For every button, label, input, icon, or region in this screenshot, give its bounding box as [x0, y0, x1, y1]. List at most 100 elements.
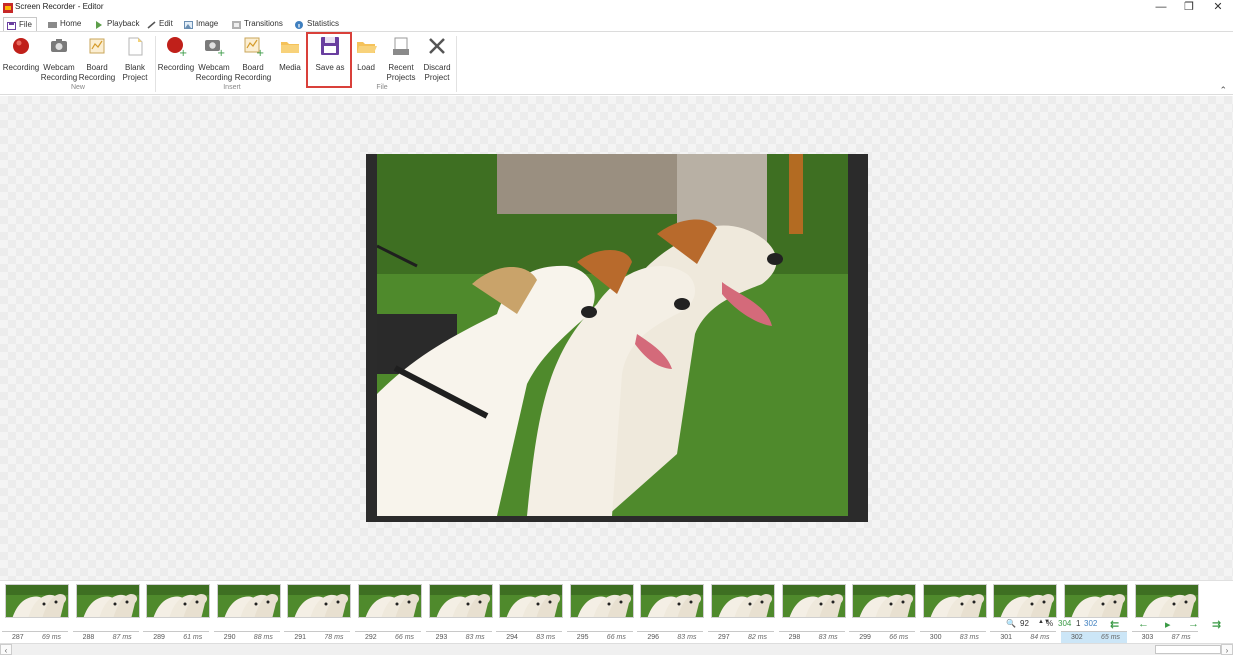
frame-thumbnail[interactable]: [216, 584, 281, 618]
save-as-button[interactable]: Save as: [310, 35, 350, 73]
frame-info[interactable]: 289 61 ms: [143, 631, 210, 643]
frame-number: 301: [1000, 634, 1013, 641]
frame-thumbnail[interactable]: [5, 584, 69, 618]
tab-playback-label: Playback: [107, 19, 140, 28]
insert-media-button[interactable]: Media: [272, 35, 308, 73]
board-add-icon: +: [242, 35, 264, 59]
tab-statistics[interactable]: Statistics: [292, 17, 343, 32]
save-icon: [7, 21, 16, 30]
maximize-button[interactable]: ❐: [1174, 0, 1204, 16]
frame-info[interactable]: 295 66 ms: [566, 631, 633, 643]
frame-info[interactable]: 288 87 ms: [72, 631, 139, 643]
frame-info[interactable]: 303 87 ms: [1131, 631, 1198, 643]
frame-info[interactable]: 302 65 ms: [1061, 631, 1127, 643]
close-button[interactable]: ✕: [1203, 0, 1233, 16]
scroll-right-button[interactable]: ›: [1221, 644, 1233, 655]
tab-home[interactable]: Home: [45, 17, 85, 32]
frame-thumbnail[interactable]: [428, 584, 493, 618]
load-button[interactable]: Load: [351, 35, 381, 73]
next-frame-button[interactable]: →: [1188, 618, 1199, 630]
tab-transitions[interactable]: Transitions: [229, 17, 287, 32]
frame-number: 287: [12, 634, 24, 641]
timeline-scrollbar[interactable]: ‹ ›: [0, 643, 1233, 655]
frame-thumbnail[interactable]: [711, 584, 775, 618]
play-button[interactable]: ▸: [1165, 618, 1171, 631]
frame-delay: 66 ms: [606, 634, 626, 641]
blank-project-button[interactable]: Blank Project: [116, 35, 154, 83]
frame-thumbnail[interactable]: [852, 584, 917, 618]
insert-webcam-recording-label: Webcam Recording: [195, 63, 233, 82]
frame-info[interactable]: 294 83 ms: [496, 631, 563, 643]
insert-board-recording-label: Board Recording: [234, 63, 272, 82]
recent-projects-button[interactable]: Recent Projects: [382, 35, 420, 83]
zoom-unit: %: [1046, 619, 1054, 628]
scrollbar-thumb[interactable]: [1155, 645, 1221, 654]
frame-thumbnail[interactable]: [640, 584, 705, 618]
frame-info[interactable]: 287 69 ms: [2, 631, 68, 643]
frame-number: 292: [365, 634, 377, 641]
frame-number: 295: [576, 634, 589, 641]
last-frame-button[interactable]: ⇉: [1212, 618, 1221, 631]
frame-info[interactable]: 290 88 ms: [213, 631, 280, 643]
dogs-photo: [377, 154, 848, 516]
svg-text:+: +: [179, 48, 187, 57]
new-recording-button[interactable]: Recording: [2, 35, 40, 73]
frame-thumbnail[interactable]: [993, 584, 1058, 618]
zoom-value[interactable]: 92: [1020, 619, 1029, 628]
frame-thumbnail[interactable]: [499, 584, 564, 618]
tab-file[interactable]: File: [3, 17, 37, 32]
frame-thumbnail[interactable]: [569, 584, 634, 618]
collapse-ribbon-button[interactable]: ⌃: [1219, 85, 1227, 96]
frame-number: 293: [435, 634, 448, 641]
scroll-left-button[interactable]: ‹: [0, 644, 12, 655]
tab-playback[interactable]: Playback: [92, 17, 143, 32]
record-icon: [10, 35, 32, 57]
frame-thumbnail[interactable]: [1064, 584, 1128, 618]
frame-thumbnail[interactable]: [146, 584, 211, 618]
frame-info[interactable]: 297 82 ms: [708, 631, 774, 643]
frame-info[interactable]: 300 83 ms: [919, 631, 986, 643]
frame-info[interactable]: 292 66 ms: [355, 631, 421, 643]
tab-statistics-label: Statistics: [307, 19, 340, 28]
pencil-icon: [147, 20, 156, 29]
new-recording-label: Recording: [2, 63, 40, 72]
recent-icon: [390, 35, 412, 57]
play-icon: [95, 20, 104, 29]
first-frame-button[interactable]: ⇇: [1110, 618, 1119, 631]
insert-webcam-recording-button[interactable]: + Webcam Recording: [195, 35, 233, 83]
insert-board-recording-button[interactable]: + Board Recording: [234, 35, 272, 83]
frame-info[interactable]: 293 83 ms: [425, 631, 492, 643]
frame-info[interactable]: 299 66 ms: [849, 631, 916, 643]
frame-info[interactable]: 291 78 ms: [284, 631, 351, 643]
frame-info[interactable]: 298 83 ms: [778, 631, 845, 643]
frame-thumbnail[interactable]: [922, 584, 987, 618]
frame-thumbnail[interactable]: [781, 584, 846, 618]
frame-thumbnail[interactable]: [1134, 584, 1199, 618]
title-bar: Screen Recorder - Editor — ❐ ✕: [0, 0, 1233, 16]
app-logo-icon: [3, 3, 13, 13]
frame-thumbnail[interactable]: [75, 584, 140, 618]
folder-open-icon: [355, 35, 377, 57]
recent-projects-label: Recent Projects: [386, 63, 416, 82]
tab-image[interactable]: Image: [181, 17, 222, 32]
new-webcam-recording-label: Webcam Recording: [40, 63, 78, 82]
insert-recording-button[interactable]: + Recording: [157, 35, 195, 73]
new-board-recording-button[interactable]: Board Recording: [78, 35, 116, 83]
frame-delay: 84 ms: [1030, 634, 1050, 641]
minimize-button[interactable]: —: [1146, 0, 1176, 16]
frame-thumbnail[interactable]: [287, 584, 352, 618]
discard-project-button[interactable]: Discard Project: [419, 35, 455, 83]
blank-project-label: Blank Project: [122, 63, 148, 82]
new-webcam-recording-button[interactable]: Webcam Recording: [40, 35, 78, 83]
zoom-icon: 🔍: [1006, 619, 1016, 628]
tab-edit[interactable]: Edit: [144, 17, 177, 32]
frame-info[interactable]: 296 83 ms: [637, 631, 704, 643]
frame-thumbnail[interactable]: [358, 584, 422, 618]
frame-delay: 83 ms: [818, 634, 838, 641]
group-label-insert: Insert: [223, 84, 241, 91]
floppy-icon: [319, 35, 341, 57]
frame-info[interactable]: 301 84 ms: [990, 631, 1057, 643]
previous-frame-button[interactable]: ←: [1138, 618, 1149, 630]
selected-count: 1: [1076, 619, 1081, 628]
editor-canvas[interactable]: [0, 96, 1233, 580]
